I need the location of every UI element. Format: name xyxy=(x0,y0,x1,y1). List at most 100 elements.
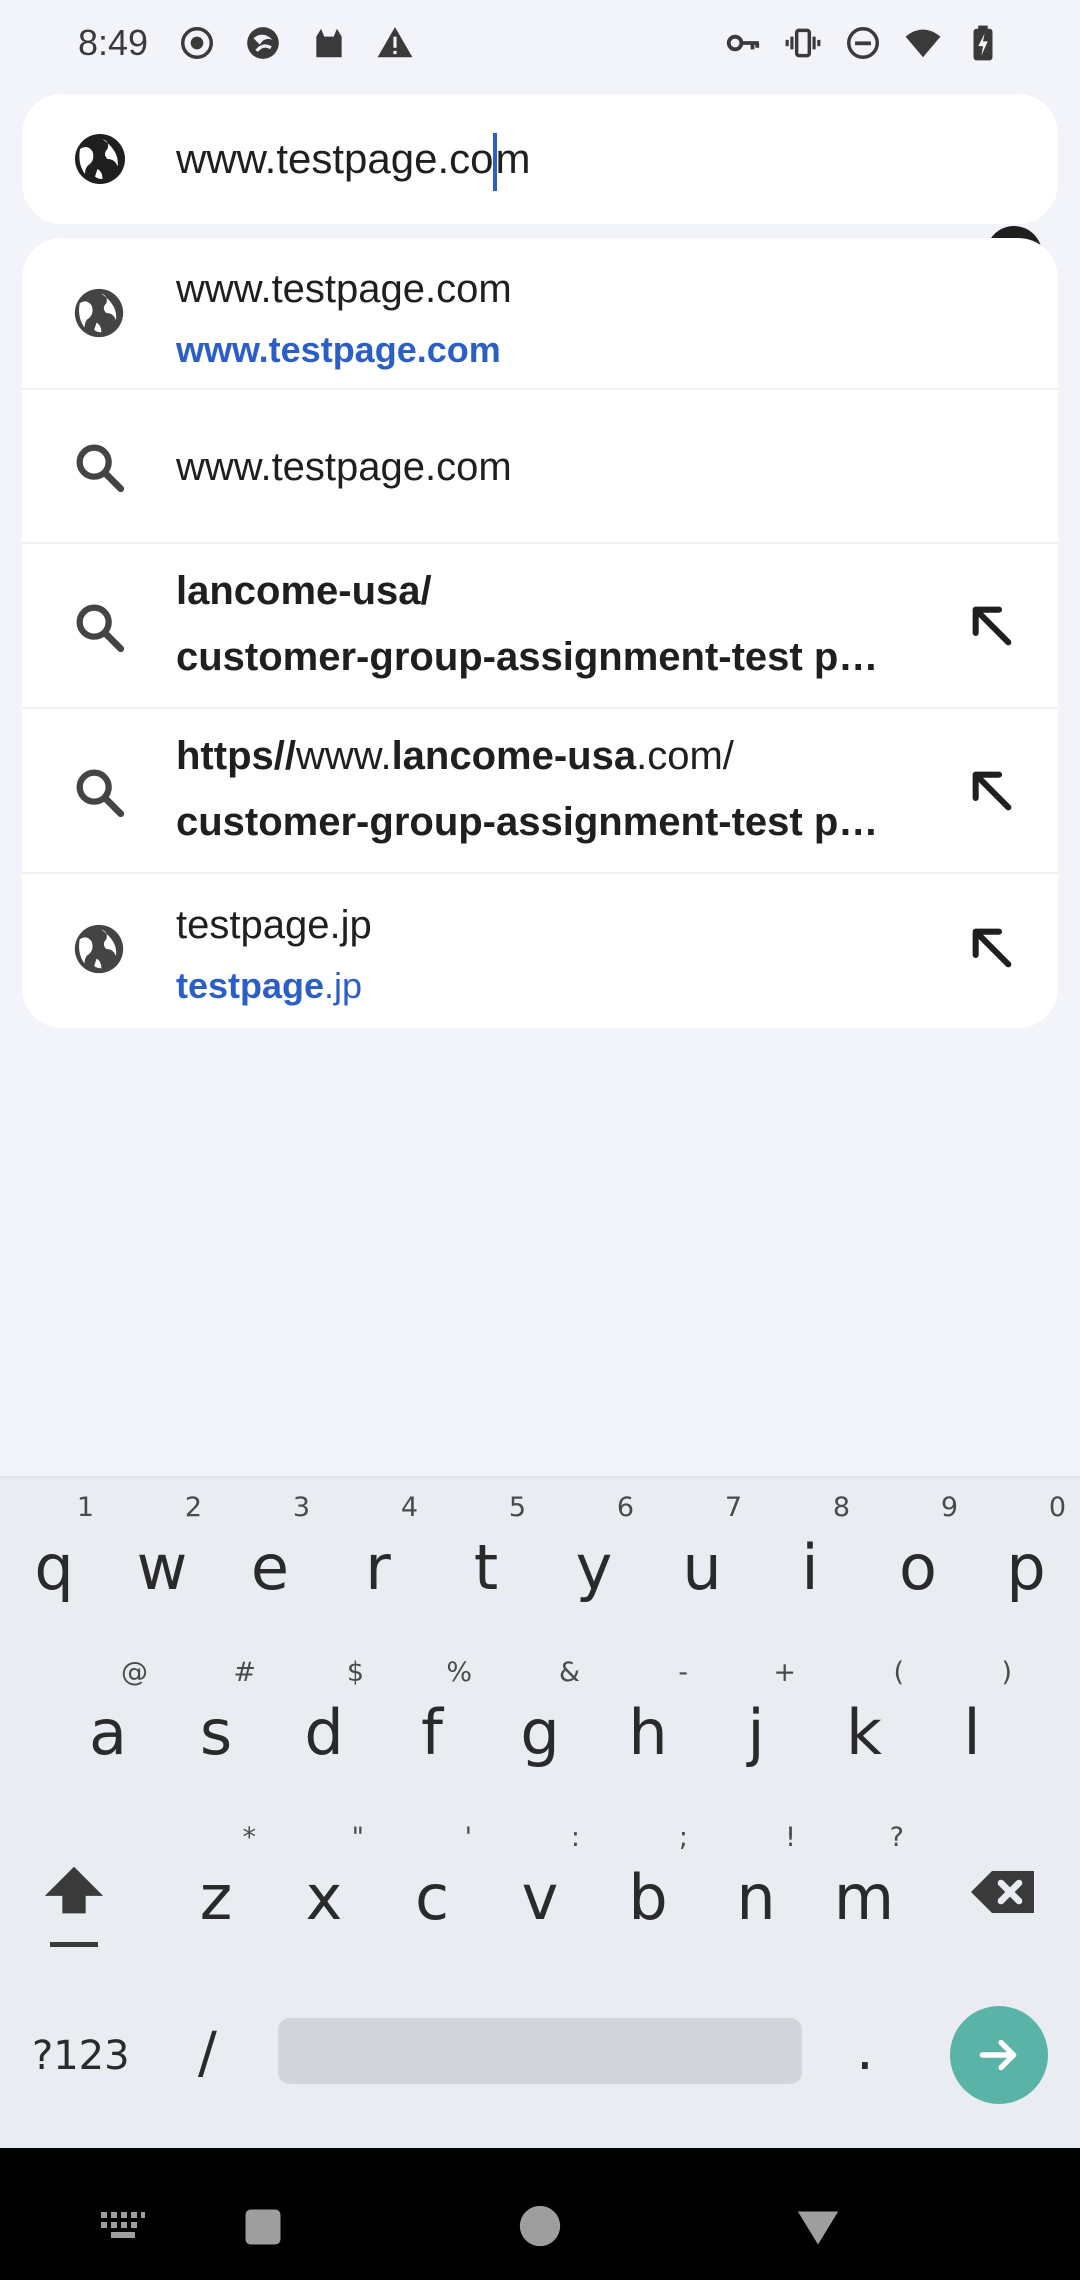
keyboard-switch-icon[interactable] xyxy=(98,2210,148,2247)
key-label: h xyxy=(628,1696,668,1769)
key-u[interactable]: 7u xyxy=(648,1488,756,1638)
key-k[interactable]: (k xyxy=(810,1653,918,1803)
wifi-icon xyxy=(904,24,942,62)
key-n[interactable]: ! n xyxy=(702,1818,810,1968)
arrow-up-left-icon[interactable] xyxy=(964,763,1020,819)
title-part: .com/ xyxy=(636,734,734,778)
url-text-after-caret: m xyxy=(495,135,531,182)
suggestion-item[interactable]: https//www.lancome-usa.com/ customer-gro… xyxy=(22,709,1058,874)
key-label: z xyxy=(199,1861,233,1934)
key-label: d xyxy=(304,1696,344,1769)
symbols-key[interactable]: ?123 xyxy=(32,2026,130,2086)
key-e[interactable]: 3e xyxy=(216,1488,324,1638)
key-label: l xyxy=(963,1696,981,1769)
key-hint: 2 xyxy=(184,1492,202,1523)
key-label: g xyxy=(520,1696,560,1769)
home-icon[interactable] xyxy=(518,2204,562,2253)
key-d[interactable]: $ d xyxy=(270,1653,378,1803)
browser-icon xyxy=(244,24,282,62)
key-label: i xyxy=(801,1531,819,1604)
vibrate-icon xyxy=(784,24,822,62)
suggestion-item[interactable]: testpage.jp testpage.jp xyxy=(22,874,1058,1028)
key-hint: 0 xyxy=(1048,1492,1066,1523)
backspace-key[interactable] xyxy=(950,1818,1058,1968)
omnibox[interactable]: www.testpage.com xyxy=(22,94,1058,282)
system-nav-bar xyxy=(0,2148,1080,2280)
suggestion-title: www.testpage.com xyxy=(176,267,512,311)
key-hint: @ xyxy=(121,1657,148,1688)
key-z[interactable]: * z xyxy=(162,1818,270,1968)
key-s[interactable]: # s xyxy=(162,1653,270,1803)
slash-key[interactable]: / xyxy=(198,2014,217,2094)
suggestion-url: www.testpage.com xyxy=(176,329,501,370)
key-g[interactable]: & g xyxy=(486,1653,594,1803)
key-icon xyxy=(724,24,762,62)
arrow-right-icon xyxy=(979,2039,1017,2071)
soft-keyboard: 1q 2w 3e 4r 5t 6y 7u 8i 9o 0p @ a # s $ d %… xyxy=(0,1476,1080,2148)
key-f[interactable]: % f xyxy=(378,1653,486,1803)
shift-key[interactable] xyxy=(20,1818,128,1968)
key-hint: & xyxy=(558,1657,580,1688)
key-hint: ( xyxy=(893,1657,904,1688)
key-hint: 8 xyxy=(832,1492,850,1523)
url-input[interactable]: www.testpage.com xyxy=(176,124,531,194)
key-c[interactable]: ' c xyxy=(378,1818,486,1968)
key-hint: ; xyxy=(678,1822,688,1853)
key-h[interactable]: -h xyxy=(594,1653,702,1803)
suggestion-subtitle: customer-group-assignment-test p… xyxy=(176,800,879,844)
key-r[interactable]: 4r xyxy=(324,1488,432,1638)
suggestion-item[interactable]: lancome-usa/ customer-group-assignment-t… xyxy=(22,544,1058,709)
key-label: t xyxy=(473,1531,499,1604)
key-hint: " xyxy=(351,1822,364,1853)
key-t[interactable]: 5t xyxy=(432,1488,540,1638)
key-hint: 4 xyxy=(400,1492,418,1523)
key-hint: 6 xyxy=(616,1492,634,1523)
key-label: s xyxy=(199,1696,233,1769)
suggestion-item[interactable]: www.testpage.com xyxy=(22,390,1058,544)
arrow-up-left-icon[interactable] xyxy=(964,598,1020,654)
key-p[interactable]: 0p xyxy=(972,1488,1080,1638)
cat-icon xyxy=(310,24,348,62)
recents-icon[interactable] xyxy=(242,2206,284,2253)
key-label: v xyxy=(521,1861,559,1934)
arrow-up-left-icon[interactable] xyxy=(964,920,1020,976)
key-b[interactable]: ; b xyxy=(594,1818,702,1968)
status-time: 8:49 xyxy=(78,22,149,63)
key-l[interactable]: ) l xyxy=(918,1653,1026,1803)
period-key[interactable]: . xyxy=(856,2006,874,2096)
key-label: x xyxy=(305,1861,343,1934)
suggestion-item[interactable]: www.testpage.com www.testpage.com xyxy=(22,238,1058,390)
suggestion-subtitle: customer-group-assignment-test p… xyxy=(176,635,879,679)
key-hint: $ xyxy=(346,1657,364,1688)
title-part: lancome-usa xyxy=(391,734,637,778)
key-hint: ' xyxy=(464,1822,472,1853)
key-v[interactable]: :v xyxy=(486,1818,594,1968)
space-key[interactable] xyxy=(278,2018,802,2084)
key-q[interactable]: 1q xyxy=(0,1488,108,1638)
key-label: e xyxy=(250,1531,290,1604)
key-y[interactable]: 6y xyxy=(540,1488,648,1638)
key-x[interactable]: " x xyxy=(270,1818,378,1968)
key-i[interactable]: 8i xyxy=(756,1488,864,1638)
key-a[interactable]: @ a xyxy=(54,1653,162,1803)
go-key[interactable] xyxy=(950,2006,1048,2104)
keyboard-row-2: @ a # s $ d % f & g -h + j (k ) l xyxy=(0,1653,1080,1813)
key-o[interactable]: 9o xyxy=(864,1488,972,1638)
url-part: testpage xyxy=(176,965,325,1006)
key-j[interactable]: + j xyxy=(702,1653,810,1803)
key-label: y xyxy=(575,1531,613,1604)
status-bar: 8:49 xyxy=(0,0,1080,86)
key-label: o xyxy=(899,1531,937,1604)
suggestion-list: www.testpage.com www.testpage.com www.te… xyxy=(22,238,1058,1028)
suggestion-title: https//www.lancome-usa.com/ xyxy=(176,723,918,789)
back-icon[interactable] xyxy=(796,2206,840,2255)
key-label: w xyxy=(136,1531,188,1604)
url-part: .jp xyxy=(324,965,363,1006)
title-part: www. xyxy=(295,734,392,778)
key-hint: ) xyxy=(1001,1657,1012,1688)
key-label: a xyxy=(89,1696,127,1769)
key-w[interactable]: 2w xyxy=(108,1488,216,1638)
key-m[interactable]: ? m xyxy=(810,1818,918,1968)
dnd-icon xyxy=(844,24,882,62)
key-hint: 1 xyxy=(76,1492,94,1523)
